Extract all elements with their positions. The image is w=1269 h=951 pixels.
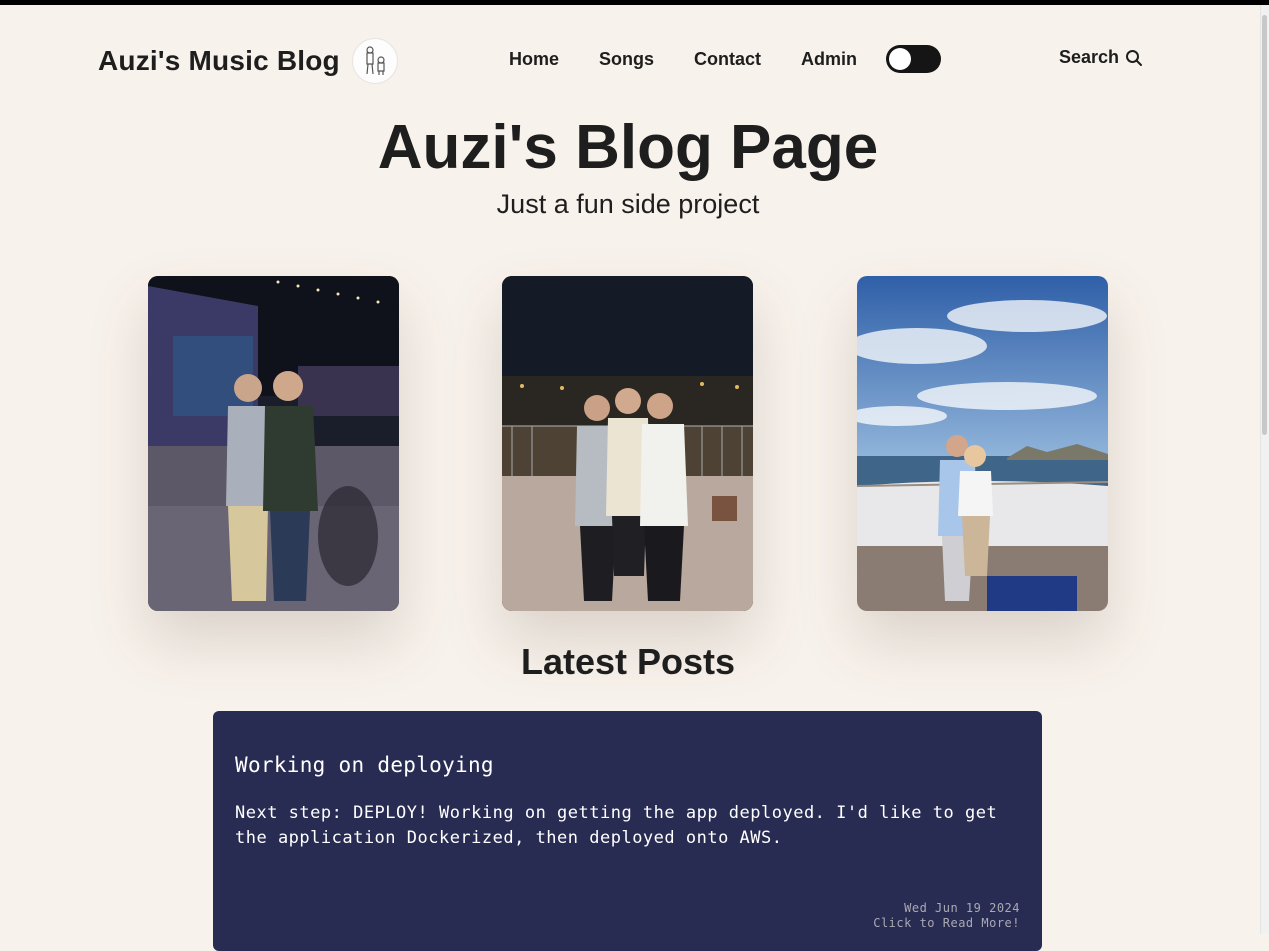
page-title: Auzi's Blog Page bbox=[377, 113, 879, 182]
photo-concert-night[interactable] bbox=[148, 276, 399, 611]
post-card[interactable]: Working on deploying Next step: DEPLOY! … bbox=[213, 711, 1042, 951]
page-scrollbar[interactable] bbox=[1260, 5, 1269, 934]
toggle-knob bbox=[889, 48, 912, 70]
nav-admin[interactable]: Admin bbox=[801, 49, 857, 70]
search-button[interactable]: Search bbox=[1059, 47, 1143, 68]
brand[interactable]: Auzi's Music Blog bbox=[98, 38, 398, 84]
brand-title[interactable]: Auzi's Music Blog bbox=[98, 45, 340, 77]
main-nav: Home Songs Contact Admin bbox=[509, 45, 942, 73]
post-body: Next step: DEPLOY! Working on getting th… bbox=[235, 803, 998, 848]
photo-terrace-night[interactable] bbox=[502, 276, 753, 611]
nav-songs[interactable]: Songs bbox=[599, 49, 654, 70]
calvin-hobbes-logo-icon bbox=[351, 38, 398, 84]
dark-mode-toggle[interactable] bbox=[886, 45, 942, 73]
page-subtitle: Just a fun side project bbox=[496, 189, 760, 219]
search-icon bbox=[1126, 49, 1143, 66]
scrollbar-thumb[interactable] bbox=[1262, 15, 1267, 435]
post-title: Working on deploying bbox=[235, 753, 494, 777]
nav-contact[interactable]: Contact bbox=[694, 49, 761, 70]
nav-home[interactable]: Home bbox=[509, 49, 559, 70]
top-border bbox=[0, 0, 1269, 5]
post-date: Wed Jun 19 2024 bbox=[904, 901, 1020, 915]
latest-posts-heading: Latest Posts bbox=[520, 641, 736, 682]
search-label: Search bbox=[1059, 47, 1120, 67]
photo-boat-deck[interactable] bbox=[857, 276, 1108, 611]
read-more-link[interactable]: Click to Read More! bbox=[873, 916, 1020, 930]
